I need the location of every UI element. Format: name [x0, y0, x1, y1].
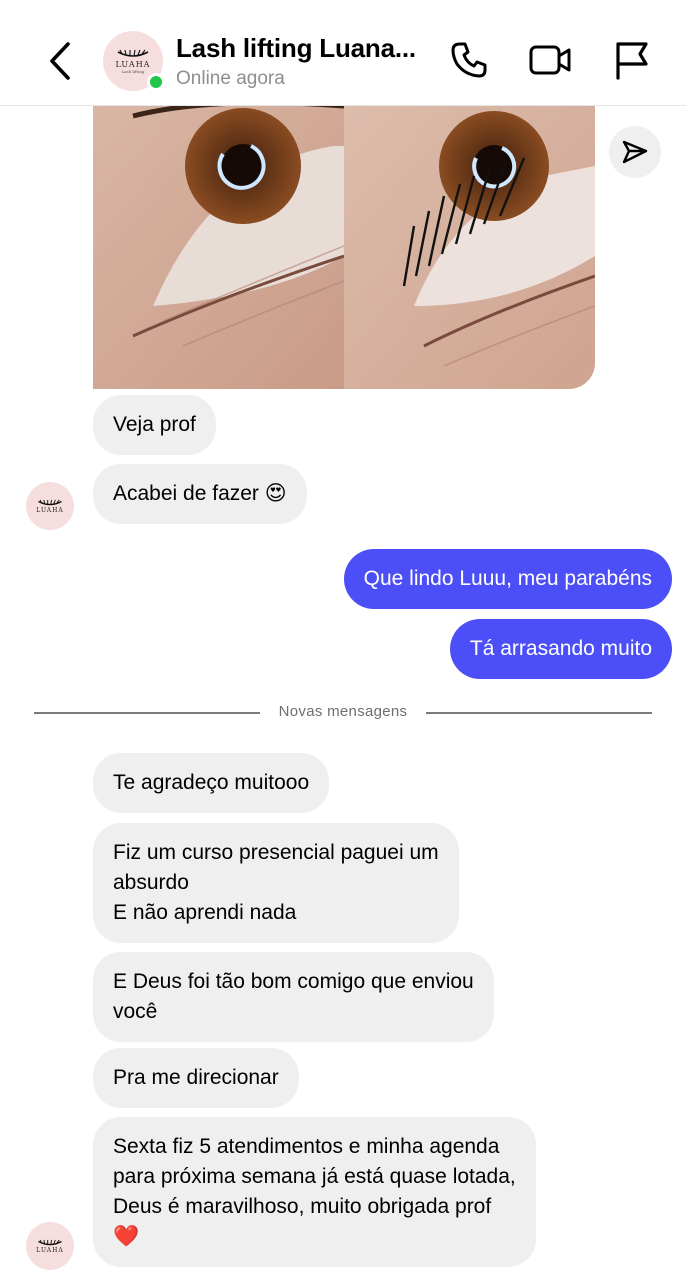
- message-text: Deus é maravilhoso, muito obrigada prof: [113, 1195, 492, 1218]
- message-text: Pra me direcionar: [113, 1066, 279, 1089]
- message-bubble-incoming[interactable]: Te agradeço muitooo: [93, 753, 330, 813]
- message-bubble-outgoing[interactable]: Tá arrasando muito: [449, 619, 672, 679]
- message-bubble-incoming[interactable]: Sexta fiz 5 atendimentos e minha agenda …: [93, 1117, 536, 1267]
- voice-call-button[interactable]: [447, 38, 491, 82]
- divider-line-right: [426, 712, 652, 714]
- message-bubble-incoming[interactable]: Acabei de fazer 😍: [93, 464, 307, 524]
- message-text: você: [113, 1000, 158, 1023]
- message-bubble-incoming[interactable]: Pra me direcionar: [93, 1048, 299, 1108]
- shared-photo[interactable]: [93, 106, 595, 389]
- lash-logo-icon: [117, 49, 149, 57]
- send-icon: [622, 140, 648, 164]
- avatar-brand: LUAHA: [36, 506, 64, 514]
- report-button[interactable]: [610, 38, 654, 82]
- message-text: Sexta fiz 5 atendimentos e minha agenda: [113, 1135, 500, 1158]
- message-text: absurdo: [113, 871, 189, 894]
- flag-icon: [616, 42, 648, 80]
- message-bubble-incoming[interactable]: Veja prof: [93, 395, 216, 455]
- message-text: Veja prof: [113, 413, 196, 436]
- back-icon: [50, 42, 70, 80]
- avatar-brand-sub: Lash lifting: [121, 68, 145, 74]
- video-icon: [529, 45, 571, 75]
- message-bubble-incoming[interactable]: E Deus foi tão bom comigo que enviou voc…: [93, 952, 494, 1042]
- message-text: Fiz um curso presencial paguei um: [113, 841, 439, 864]
- message-bubble-incoming[interactable]: Fiz um curso presencial paguei um absurd…: [93, 823, 459, 943]
- message-text: ❤️: [113, 1225, 140, 1248]
- message-text: Que lindo Luuu, meu parabéns: [363, 567, 652, 590]
- avatar-brand: LUAHA: [36, 1246, 64, 1254]
- message-text: Tá arrasando muito: [469, 637, 652, 660]
- eye-photo-before: [93, 106, 344, 389]
- message-text: Acabei de fazer 😍: [113, 482, 287, 505]
- message-text: E não aprendi nada: [113, 901, 297, 924]
- online-status-text: Online agora: [176, 68, 285, 89]
- online-status-dot: [147, 73, 165, 91]
- contact-avatar[interactable]: LUAHA Lash lifting: [103, 31, 165, 91]
- lash-logo-icon: [38, 499, 62, 505]
- phone-icon: [451, 42, 487, 78]
- message-text: Te agradeço muitooo: [113, 771, 310, 794]
- message-text: para próxima semana já está quase lotada…: [113, 1165, 516, 1188]
- avatar-brand: LUAHA: [115, 59, 151, 69]
- lash-logo-icon: [38, 1239, 62, 1245]
- eye-photo-after: [344, 106, 595, 389]
- contact-avatar-small[interactable]: LUAHA: [26, 1222, 74, 1270]
- message-bubble-outgoing[interactable]: Que lindo Luuu, meu parabéns: [343, 549, 672, 609]
- contact-avatar-small[interactable]: LUAHA: [26, 482, 74, 530]
- share-photo-button[interactable]: [609, 126, 661, 178]
- chat-header: LUAHA Lash lifting Lash lifting Luana...…: [0, 0, 686, 106]
- back-button[interactable]: [40, 38, 80, 84]
- message-text: E Deus foi tão bom comigo que enviou: [113, 970, 474, 993]
- video-call-button[interactable]: [528, 38, 572, 82]
- contact-name[interactable]: Lash lifting Luana...: [176, 33, 416, 64]
